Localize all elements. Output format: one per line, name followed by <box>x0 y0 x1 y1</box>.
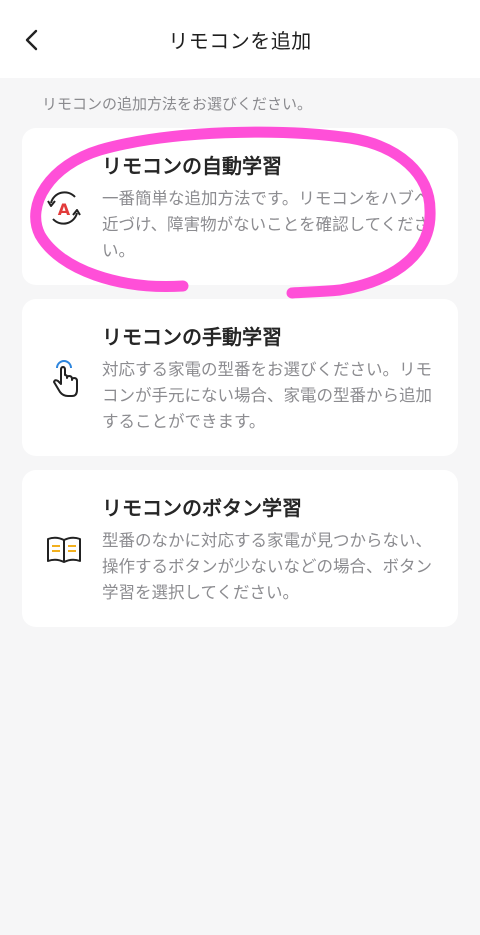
page-title: リモコンを追加 <box>168 29 312 53</box>
button-learn-description: 型番のなかに対応する家電が見つからない、操作するボタンが少ないなどの場合、ボタン… <box>102 531 432 602</box>
auto-learn-option-card[interactable]: A リモコンの自動学習 一番簡単な追加方法です。リモコンをハブへ近づけ、障害物が… <box>22 128 458 285</box>
auto-learn-icon: A <box>42 186 86 230</box>
instruction-text: リモコンの追加方法をお選びください。 <box>42 95 313 113</box>
book-icon <box>42 528 86 572</box>
button-learn-option-card[interactable]: リモコンのボタン学習 型番のなかに対応する家電が見つからない、操作するボタンが少… <box>22 470 458 627</box>
manual-learn-title: リモコンの手動学習 <box>102 325 282 349</box>
top-bar: リモコンを追加 <box>0 0 480 78</box>
svg-text:A: A <box>58 200 71 219</box>
manual-learn-option-card[interactable]: リモコンの手動学習 対応する家電の型番をお選びください。リモコンが手元にない場合… <box>22 299 458 456</box>
tap-finger-icon <box>42 357 86 401</box>
button-learn-title: リモコンのボタン学習 <box>102 496 302 520</box>
auto-learn-description: 一番簡単な追加方法です。リモコンをハブへ近づけ、障害物がないことを確認してくださ… <box>102 189 431 260</box>
auto-learn-title: リモコンの自動学習 <box>102 154 282 178</box>
manual-learn-description: 対応する家電の型番をお選びください。リモコンが手元にない場合、家電の型番から追加… <box>102 360 432 431</box>
